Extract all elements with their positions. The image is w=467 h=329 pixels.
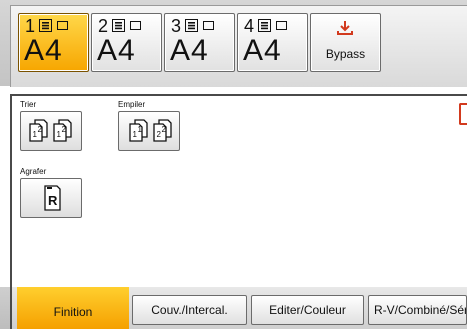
- svg-text:2: 2: [62, 125, 67, 134]
- tab-bar: Finition Couv./Intercal. Editer/Couleur …: [0, 287, 467, 329]
- stack-label: Empiler: [118, 100, 146, 109]
- paper-orientation-icon: [276, 21, 287, 30]
- tray-4-button[interactable]: 4 A4: [237, 13, 308, 72]
- sort-button[interactable]: 2 1 2 1: [20, 111, 82, 151]
- tab-finishing[interactable]: Finition: [17, 287, 129, 329]
- svg-text:1: 1: [57, 130, 62, 139]
- tab-edit-color[interactable]: Editer/Couleur: [251, 295, 364, 325]
- tab-duplex-combine-series[interactable]: R-V/Combiné/Séri: [368, 295, 467, 325]
- tray-number: 1: [25, 16, 36, 36]
- paper-orientation-icon: [57, 21, 68, 30]
- tab-cover-interleave[interactable]: Couv./Intercal.: [132, 295, 247, 325]
- paper-size: A4: [243, 34, 282, 67]
- paper-size: A4: [97, 34, 136, 67]
- stack-offset-icon: 1 1 2 2: [129, 119, 172, 142]
- paper-stack-icon: [39, 19, 52, 32]
- paper-stack-icon: [185, 19, 198, 32]
- svg-text:1: 1: [33, 130, 38, 139]
- tray-1-button[interactable]: 1 A4: [18, 13, 89, 72]
- paper-orientation-icon: [203, 21, 214, 30]
- paper-size: A4: [170, 34, 209, 67]
- svg-text:2: 2: [162, 125, 167, 134]
- staple-label: Agrafer: [20, 167, 47, 176]
- sort-collate-icon: 2 1 2 1: [29, 119, 72, 142]
- staple-button[interactable]: R: [20, 178, 82, 218]
- paper-tray-bar: 1 A4 2 A4 3 A4 4 A4 Bypass: [0, 0, 467, 87]
- stack-button[interactable]: 1 1 2 2: [118, 111, 180, 151]
- sort-label: Trier: [20, 100, 37, 109]
- bypass-label: Bypass: [325, 47, 366, 61]
- svg-text:2: 2: [157, 130, 162, 139]
- svg-text:R: R: [48, 193, 58, 208]
- svg-text:1: 1: [138, 125, 143, 134]
- finishing-panel: Trier Empiler 2 1 2 1 1 1 2 2 Agrafer R: [10, 94, 467, 287]
- tray-3-button[interactable]: 3 A4: [164, 13, 235, 72]
- svg-text:2: 2: [38, 125, 43, 134]
- paper-stack-icon: [258, 19, 271, 32]
- download-arrow-icon: [337, 21, 353, 35]
- scroll-edge-marker: [459, 103, 467, 125]
- paper-stack-icon: [112, 19, 125, 32]
- tray-number: 2: [98, 16, 109, 36]
- tray-number: 3: [171, 16, 182, 36]
- staple-icon: R: [44, 185, 61, 211]
- paper-size: A4: [24, 34, 63, 67]
- svg-text:1: 1: [133, 130, 138, 139]
- tray-2-button[interactable]: 2 A4: [91, 13, 162, 72]
- bypass-tray-button[interactable]: Bypass: [310, 13, 381, 72]
- tray-number: 4: [244, 16, 255, 36]
- paper-orientation-icon: [130, 21, 141, 30]
